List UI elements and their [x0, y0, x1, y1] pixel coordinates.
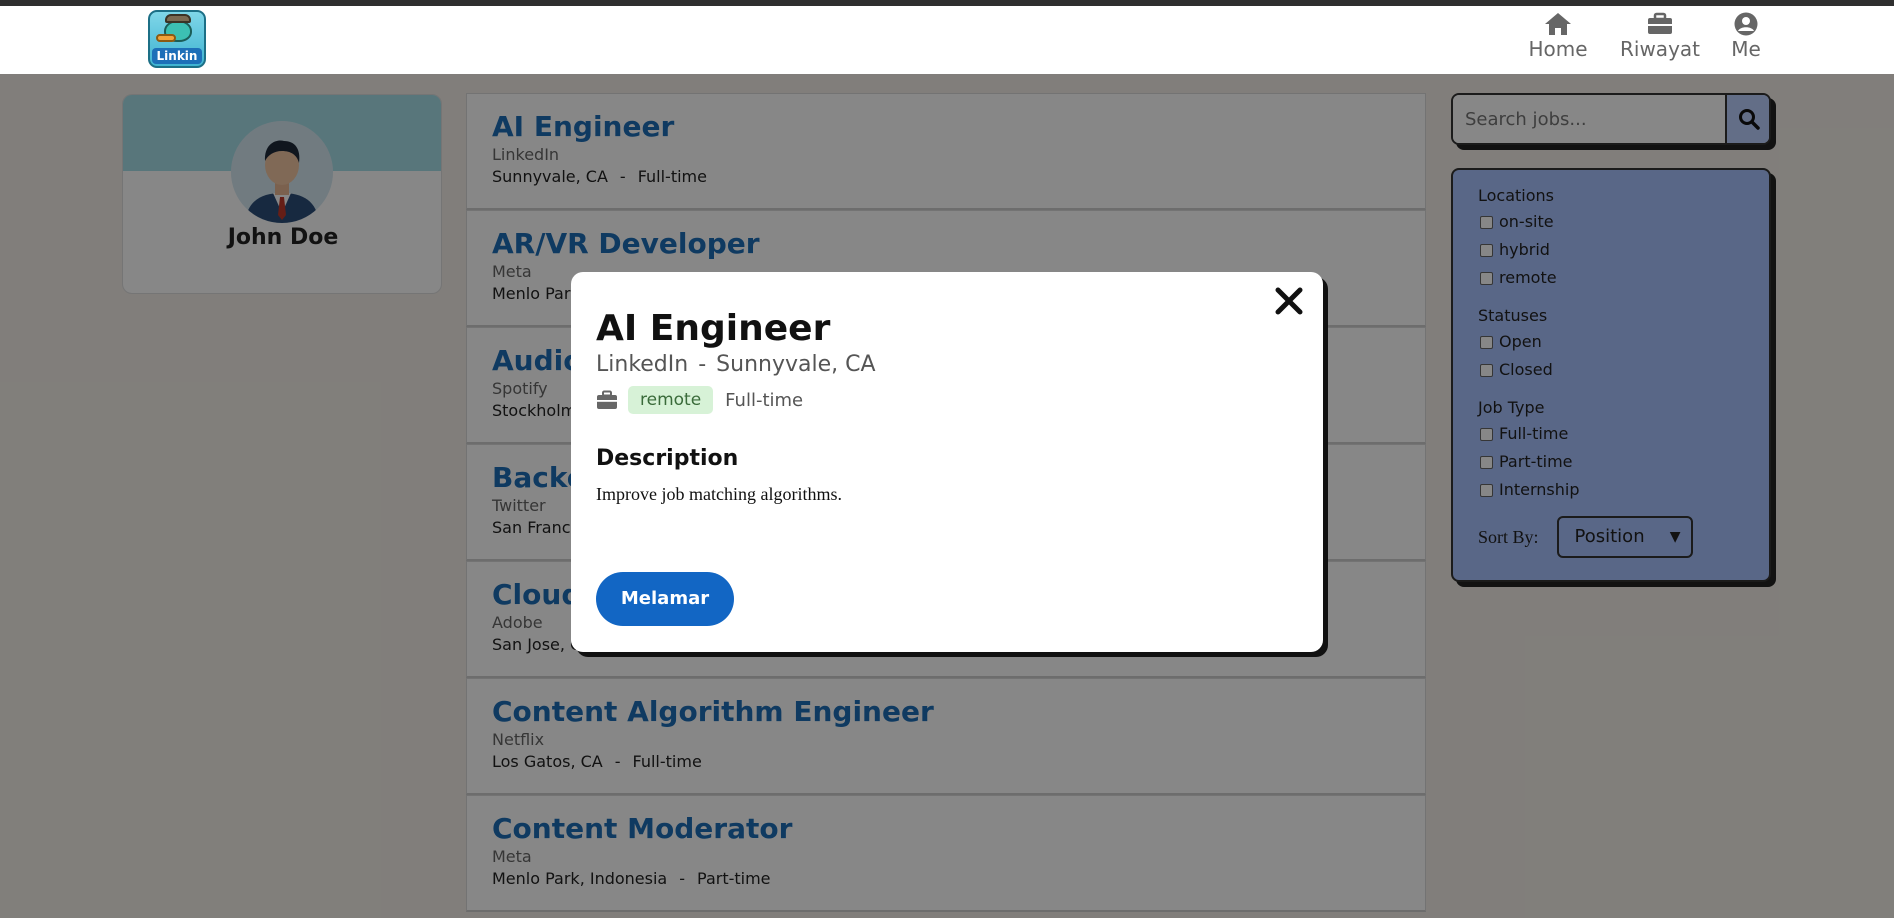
- close-button[interactable]: [1271, 280, 1307, 320]
- briefcase-icon: [1648, 12, 1672, 34]
- job-type: Full-time: [725, 389, 804, 411]
- workplace-badge: remote: [628, 386, 714, 414]
- close-icon: [1275, 287, 1303, 315]
- nav-me-label: Me: [1731, 37, 1761, 61]
- app-logo[interactable]: Linkin: [148, 10, 206, 68]
- modal-location: Sunnyvale, CA: [716, 352, 876, 377]
- nav-home-label: Home: [1528, 37, 1588, 61]
- apply-button[interactable]: Melamar: [596, 572, 734, 626]
- modal-subtitle: LinkedIn - Sunnyvale, CA: [596, 352, 876, 377]
- nav-riwayat[interactable]: Riwayat: [1620, 12, 1700, 61]
- modal-company: LinkedIn: [596, 352, 689, 377]
- description-heading: Description: [596, 446, 739, 471]
- user-circle-icon: [1734, 12, 1758, 36]
- logo-bill: [156, 34, 176, 42]
- nav-riwayat-label: Riwayat: [1620, 37, 1700, 61]
- modal-tags: remote Full-time: [596, 386, 803, 414]
- home-icon: [1545, 13, 1571, 35]
- nav-me[interactable]: Me: [1728, 12, 1764, 61]
- briefcase-icon: [597, 390, 617, 409]
- logo-hat: [165, 14, 191, 23]
- subtitle-separator: -: [698, 352, 707, 377]
- logo-text: Linkin: [152, 48, 202, 64]
- navbar: Linkin Home Riwayat Me: [0, 6, 1894, 74]
- nav-home[interactable]: Home: [1526, 12, 1590, 61]
- modal-job-title: AI Engineer: [596, 308, 831, 349]
- job-detail-modal: AI Engineer LinkedIn - Sunnyvale, CA remot…: [571, 272, 1323, 652]
- description-text: Improve job matching algorithms.: [596, 484, 842, 504]
